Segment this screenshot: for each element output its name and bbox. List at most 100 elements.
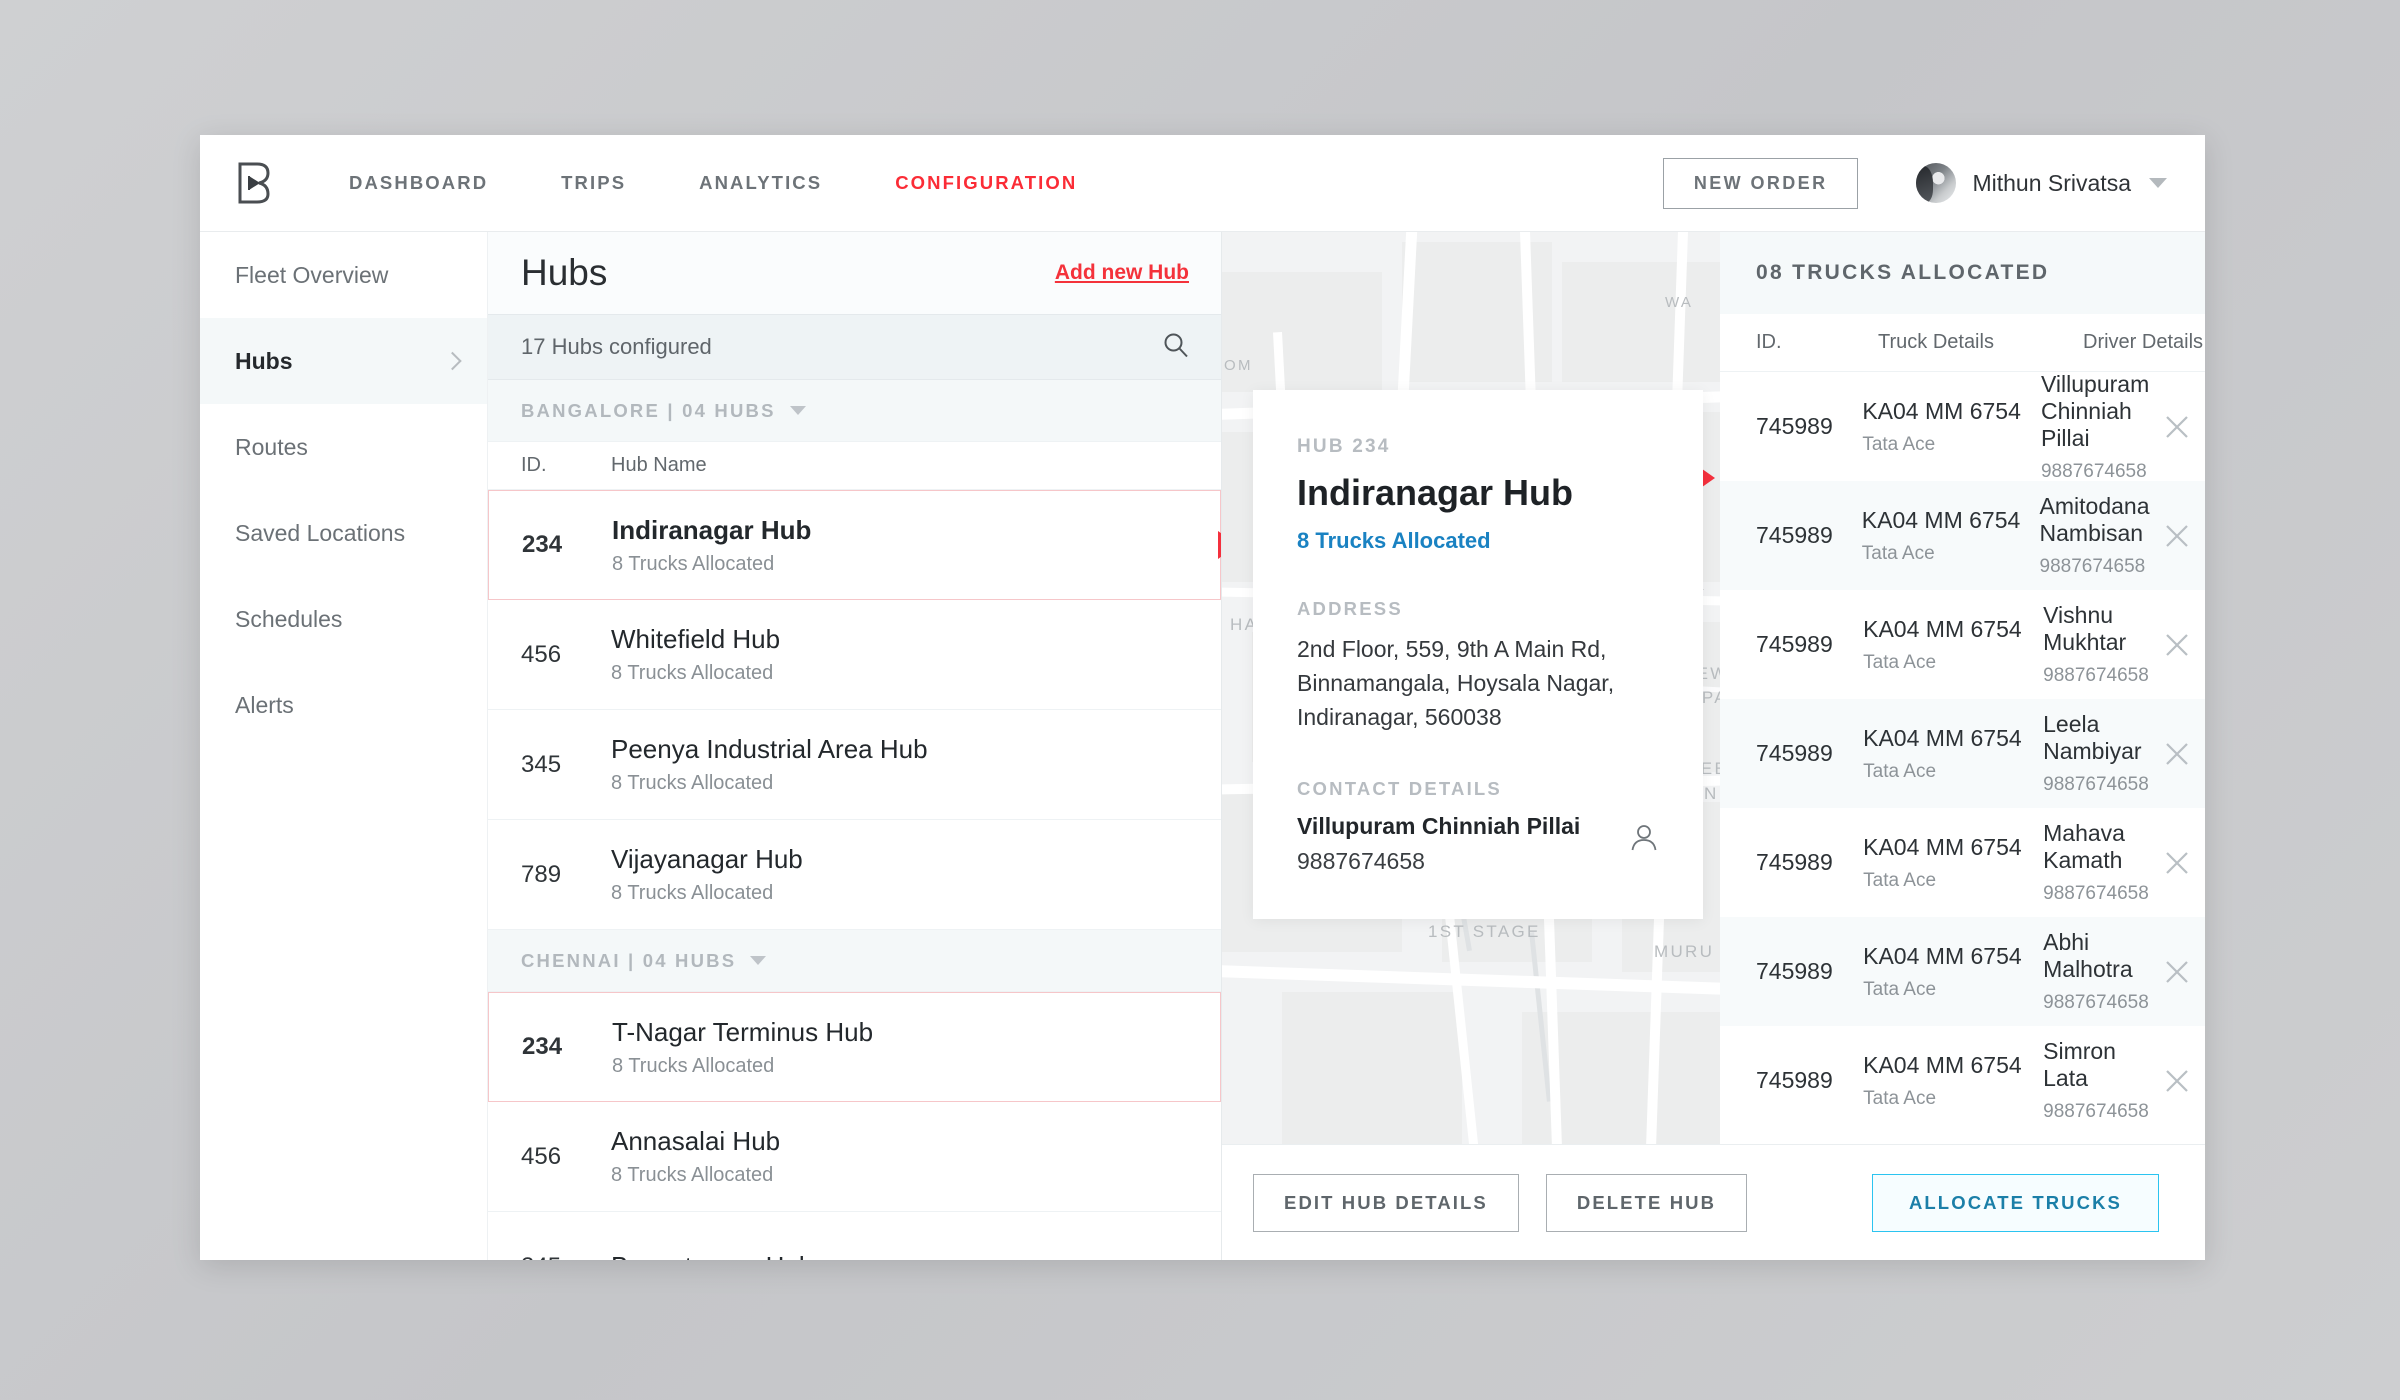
hub-group-label: BANGALORE | 04 HUBS xyxy=(521,399,776,421)
sidebar-item-label: Schedules xyxy=(235,605,343,632)
hub-group-label: CHENNAI | 04 HUBS xyxy=(521,949,737,971)
brand-logo-icon[interactable] xyxy=(233,159,275,207)
new-order-button[interactable]: NEW ORDER xyxy=(1662,157,1859,209)
trucks-column-header: ID. Truck Details Driver Details xyxy=(1720,314,2205,372)
hub-group-header-chennai[interactable]: CHENNAI | 04 HUBS xyxy=(488,930,1221,992)
nav-link-configuration[interactable]: CONFIGURATION xyxy=(895,172,1077,194)
hub-list-item-selected[interactable]: 234 T-Nagar Terminus Hub 8 Trucks Alloca… xyxy=(488,992,1221,1102)
avatar[interactable] xyxy=(1916,163,1957,203)
edit-hub-details-button[interactable]: EDIT HUB DETAILS xyxy=(1253,1173,1519,1232)
address-line-3: Indiranagar, 560038 xyxy=(1297,703,1502,730)
driver-phone: 9887674658 xyxy=(2043,1101,2149,1122)
truck-model: Tata Ace xyxy=(1863,760,1937,782)
truck-details: KA04 MM 6754 Tata Ace xyxy=(1862,507,2040,565)
driver-details: Mahava Kamath 9887674658 xyxy=(2043,820,2149,905)
add-new-hub-link[interactable]: Add new Hub xyxy=(1055,261,1189,285)
hub-group-header-bangalore[interactable]: BANGALORE | 04 HUBS xyxy=(488,380,1221,442)
delete-hub-button[interactable]: DELETE HUB xyxy=(1545,1173,1748,1232)
driver-details: Villupuram Chinniah Pillai 9887674658 xyxy=(2041,371,2149,483)
hub-list-item[interactable]: 456 Annasalai Hub 8 Trucks Allocated xyxy=(488,1102,1221,1212)
table-row[interactable]: 745989 KA04 MM 6754 Tata Ace Mahava Kama… xyxy=(1720,808,2205,917)
hub-id: 345 xyxy=(521,1253,611,1261)
table-row[interactable]: 745989 KA04 MM 6754 Tata Ace Villupuram … xyxy=(1720,371,2205,483)
truck-details: KA04 MM 6754 Tata Ace xyxy=(1863,1052,2043,1110)
hubs-search-bar: 17 Hubs configured xyxy=(488,314,1221,380)
close-icon[interactable] xyxy=(2149,959,2205,985)
driver-name: Abhi Malhotra xyxy=(2043,929,2133,982)
driver-name: Mahava Kamath xyxy=(2043,820,2125,873)
truck-id: 745989 xyxy=(1756,958,1833,984)
hub-list-item[interactable]: 789 Vijayanagar Hub 8 Trucks Allocated xyxy=(488,820,1221,930)
map-label: N xyxy=(1704,784,1719,803)
map-label: MURU xyxy=(1654,942,1715,961)
close-icon[interactable] xyxy=(2149,632,2205,658)
search-icon[interactable] xyxy=(1163,332,1189,363)
user-name-label: Mithun Srivatsa xyxy=(1972,169,2131,196)
sidebar-item-label: Hubs xyxy=(235,347,293,374)
table-row[interactable]: 745989 KA04 MM 6754 Tata Ace Vishnu Mukh… xyxy=(1720,590,2205,699)
close-icon[interactable] xyxy=(2150,523,2206,549)
driver-details: Vishnu Mukhtar 9887674658 xyxy=(2043,602,2149,687)
hub-list-item[interactable]: 345 Peenya Industrial Area Hub 8 Trucks … xyxy=(488,710,1221,820)
close-icon[interactable] xyxy=(2149,850,2205,876)
driver-details: Amitodana Nambisan 9887674658 xyxy=(2040,493,2150,578)
hub-trucks-sub: 8 Trucks Allocated xyxy=(612,552,775,575)
sidebar-item-alerts[interactable]: Alerts xyxy=(200,662,487,748)
chevron-down-icon xyxy=(789,406,806,415)
hub-trucks-sub: 8 Trucks Allocated xyxy=(612,1054,775,1077)
hub-list-item[interactable]: 456 Whitefield Hub 8 Trucks Allocated xyxy=(488,600,1221,710)
sidebar-item-schedules[interactable]: Schedules xyxy=(200,576,487,662)
hub-name: Indiranagar Hub xyxy=(612,514,812,545)
sidebar-item-label: Alerts xyxy=(235,691,294,718)
driver-name: Vishnu Mukhtar xyxy=(2043,602,2127,655)
table-row[interactable]: 745989 KA04 MM 6754 Tata Ace Abhi Malhot… xyxy=(1720,917,2205,1026)
nav-link-analytics[interactable]: ANALYTICS xyxy=(699,172,822,194)
table-row[interactable]: 745989 KA04 MM 6754 Tata Ace Simron Lata… xyxy=(1720,1026,2205,1135)
hub-list-item[interactable]: 345 Besantnagar Hub xyxy=(488,1212,1221,1260)
truck-plate: KA04 MM 6754 xyxy=(1861,506,2021,533)
truck-details: KA04 MM 6754 Tata Ace xyxy=(1863,834,2043,892)
column-header-driver-details: Driver Details xyxy=(2083,331,2204,353)
address-line-2: Binnamangala, Hoysala Nagar, xyxy=(1297,669,1615,696)
table-row[interactable]: 745989 KA04 MM 6754 Tata Ace Leela Nambi… xyxy=(1720,699,2205,808)
sidebar-item-routes[interactable]: Routes xyxy=(200,404,487,490)
table-row[interactable]: 745989 KA04 MM 6754 Tata Ace Amitodana N… xyxy=(1720,481,2205,590)
driver-details: Abhi Malhotra 9887674658 xyxy=(2043,929,2149,1014)
close-icon[interactable] xyxy=(2149,1068,2205,1094)
hub-info: Whitefield Hub 8 Trucks Allocated xyxy=(611,624,780,685)
allocate-trucks-button[interactable]: ALLOCATE TRUCKS xyxy=(1871,1173,2159,1232)
driver-name: Villupuram Chinniah Pillai xyxy=(2040,370,2150,451)
nav-link-dashboard[interactable]: DASHBOARD xyxy=(349,172,488,194)
truck-details: KA04 MM 6754 Tata Ace xyxy=(1863,943,2043,1001)
page-title: Hubs xyxy=(521,252,608,293)
truck-model: Tata Ace xyxy=(1862,433,1936,455)
person-icon[interactable] xyxy=(1629,823,1659,858)
driver-name: Leela Nambiyar xyxy=(2043,711,2142,764)
main-nav-links: DASHBOARD TRIPS ANALYTICS CONFIGURATION xyxy=(349,172,1150,194)
chevron-right-icon xyxy=(443,351,462,371)
top-navigation-bar: DASHBOARD TRIPS ANALYTICS CONFIGURATION … xyxy=(200,135,2205,232)
truck-plate: KA04 MM 6754 xyxy=(1863,1051,2022,1078)
nav-link-trips[interactable]: TRIPS xyxy=(561,172,626,194)
detail-trucks-allocated: 8 Trucks Allocated xyxy=(1297,528,1491,553)
hubs-panel-header: Hubs Add new Hub xyxy=(488,232,1221,314)
hub-id: 456 xyxy=(521,640,562,668)
sidebar-item-hubs[interactable]: Hubs xyxy=(200,318,487,404)
hub-trucks-sub: 8 Trucks Allocated xyxy=(611,1164,774,1186)
truck-plate: KA04 MM 6754 xyxy=(1863,942,2022,969)
column-header-id: ID. xyxy=(521,454,547,476)
chevron-down-icon xyxy=(750,956,767,965)
hub-name: Peenya Industrial Area Hub xyxy=(611,734,928,764)
address-line-1: 2nd Floor, 559, 9th A Main Rd, xyxy=(1297,636,1607,662)
detail-address-text: 2nd Floor, 559, 9th A Main Rd, Binnamang… xyxy=(1297,633,1659,734)
truck-plate: KA04 MM 6754 xyxy=(1862,397,2021,424)
sidebar-item-saved-locations[interactable]: Saved Locations xyxy=(200,490,487,576)
sidebar-item-label: Saved Locations xyxy=(235,519,406,546)
close-icon[interactable] xyxy=(2149,414,2205,440)
close-icon[interactable] xyxy=(2149,741,2205,767)
hub-trucks-sub: 8 Trucks Allocated xyxy=(611,772,774,794)
driver-phone: 9887674658 xyxy=(2039,556,2146,577)
hub-list-item-selected[interactable]: 234 Indiranagar Hub 8 Trucks Allocated xyxy=(488,490,1221,600)
sidebar-item-fleet-overview[interactable]: Fleet Overview xyxy=(200,232,487,318)
chevron-down-icon[interactable] xyxy=(2149,178,2167,188)
